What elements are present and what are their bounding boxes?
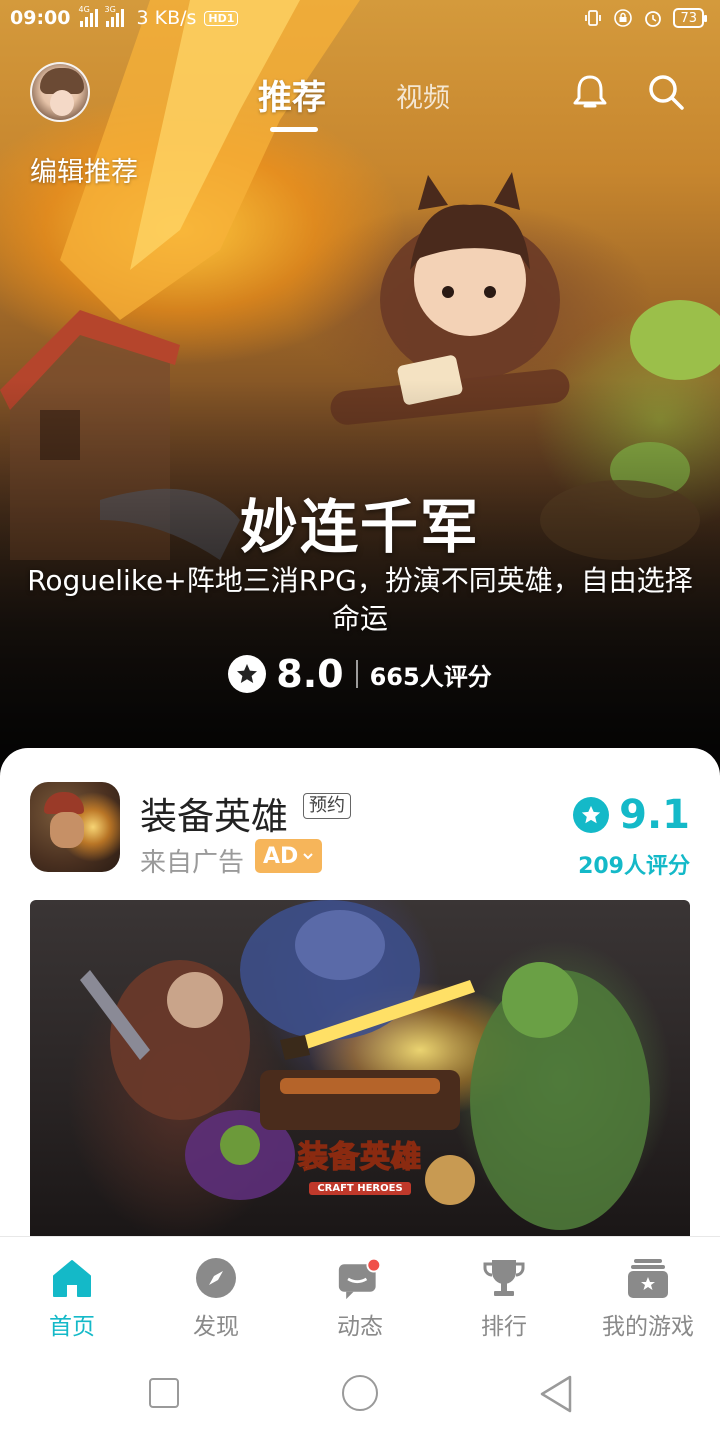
ad-badge-label: AD [263, 843, 299, 869]
card-review-count: 209人评分 [578, 854, 690, 879]
signal-3g-icon: 3G [104, 5, 125, 27]
tab-active-indicator [270, 127, 318, 132]
tab-video[interactable]: 视频 [396, 76, 450, 115]
vibrate-icon [583, 8, 603, 28]
card-score: 9.1 [619, 792, 690, 838]
banner-logo-title: 装备英雄 [297, 1139, 422, 1176]
bottom-nav: 首页 发现 动态 排行 我的游戏 [0, 1236, 720, 1348]
ad-source-label: 来自广告 [140, 848, 245, 878]
hero-title[interactable]: 妙连千军 [0, 480, 720, 564]
back-button[interactable] [538, 1374, 574, 1414]
home-button[interactable] [342, 1375, 378, 1411]
battery-icon: 73 [673, 8, 707, 28]
tab-recommend[interactable]: 推荐 [258, 70, 326, 119]
trophy-icon [481, 1255, 527, 1301]
ad-card[interactable]: 装备英雄 预约 来自广告 AD 9.1 209人评分 装备英雄 CRAFT HE… [0, 748, 720, 1248]
compass-icon [193, 1255, 239, 1301]
hd-icon: HD1 [204, 10, 239, 26]
nav-item-discover[interactable]: 发现 [144, 1237, 288, 1348]
rating-divider [355, 660, 358, 688]
nav-label-ranking: 排行 [481, 1314, 527, 1340]
editor-picks-label: 编辑推荐 [30, 157, 138, 188]
nav-item-my-games[interactable]: 我的游戏 [576, 1237, 720, 1348]
star-icon [228, 655, 267, 693]
hero-rating: 8.0 665人评分 [0, 652, 720, 696]
nav-item-ranking[interactable]: 排行 [432, 1237, 576, 1348]
nav-label-my-games: 我的游戏 [602, 1314, 694, 1340]
signal-4g-icon: 4G [78, 5, 99, 27]
banner-game-logo: 装备英雄 CRAFT HEROES [295, 1132, 425, 1195]
nav-label-discover: 发现 [193, 1314, 239, 1340]
ad-badge[interactable]: AD [255, 839, 323, 873]
status-bar: 09:00 4G 3G 3 KB/s HD1 73 [0, 0, 720, 36]
app-icon[interactable] [30, 782, 120, 872]
app-name[interactable]: 装备英雄 [140, 786, 288, 840]
bell-icon[interactable] [570, 72, 610, 112]
avatar[interactable] [30, 62, 90, 122]
hero-score: 8.0 [276, 652, 344, 696]
alarm-icon [643, 8, 663, 28]
ad-banner-image[interactable]: 装备英雄 CRAFT HEROES [30, 900, 690, 1240]
nav-item-home[interactable]: 首页 [0, 1237, 144, 1348]
lock-icon [613, 8, 633, 28]
preorder-badge: 预约 [303, 793, 351, 819]
banner-logo-subtitle: CRAFT HEROES [309, 1182, 411, 1195]
chat-icon [337, 1255, 383, 1301]
system-nav-bar [0, 1348, 720, 1440]
card-rating: 9.1 [573, 792, 690, 838]
nav-label-feed: 动态 [337, 1314, 383, 1340]
star-icon [573, 797, 610, 833]
chevron-down-icon [303, 853, 314, 860]
nav-label-home: 首页 [49, 1314, 95, 1340]
home-icon [49, 1255, 95, 1301]
status-time: 09:00 [10, 7, 71, 29]
hero-banner[interactable]: 妙连千军 Roguelike+阵地三消RPG，扮演不同英雄，自由选择命运 8.0… [0, 0, 720, 780]
search-icon[interactable] [646, 72, 686, 112]
hero-description: Roguelike+阵地三消RPG，扮演不同英雄，自由选择命运 [27, 564, 693, 635]
network-speed: 3 KB/s [136, 7, 197, 29]
hero-review-count: 665人评分 [369, 662, 492, 691]
nav-item-feed[interactable]: 动态 [288, 1237, 432, 1348]
recents-button[interactable] [149, 1378, 179, 1408]
game-library-icon [625, 1255, 671, 1301]
